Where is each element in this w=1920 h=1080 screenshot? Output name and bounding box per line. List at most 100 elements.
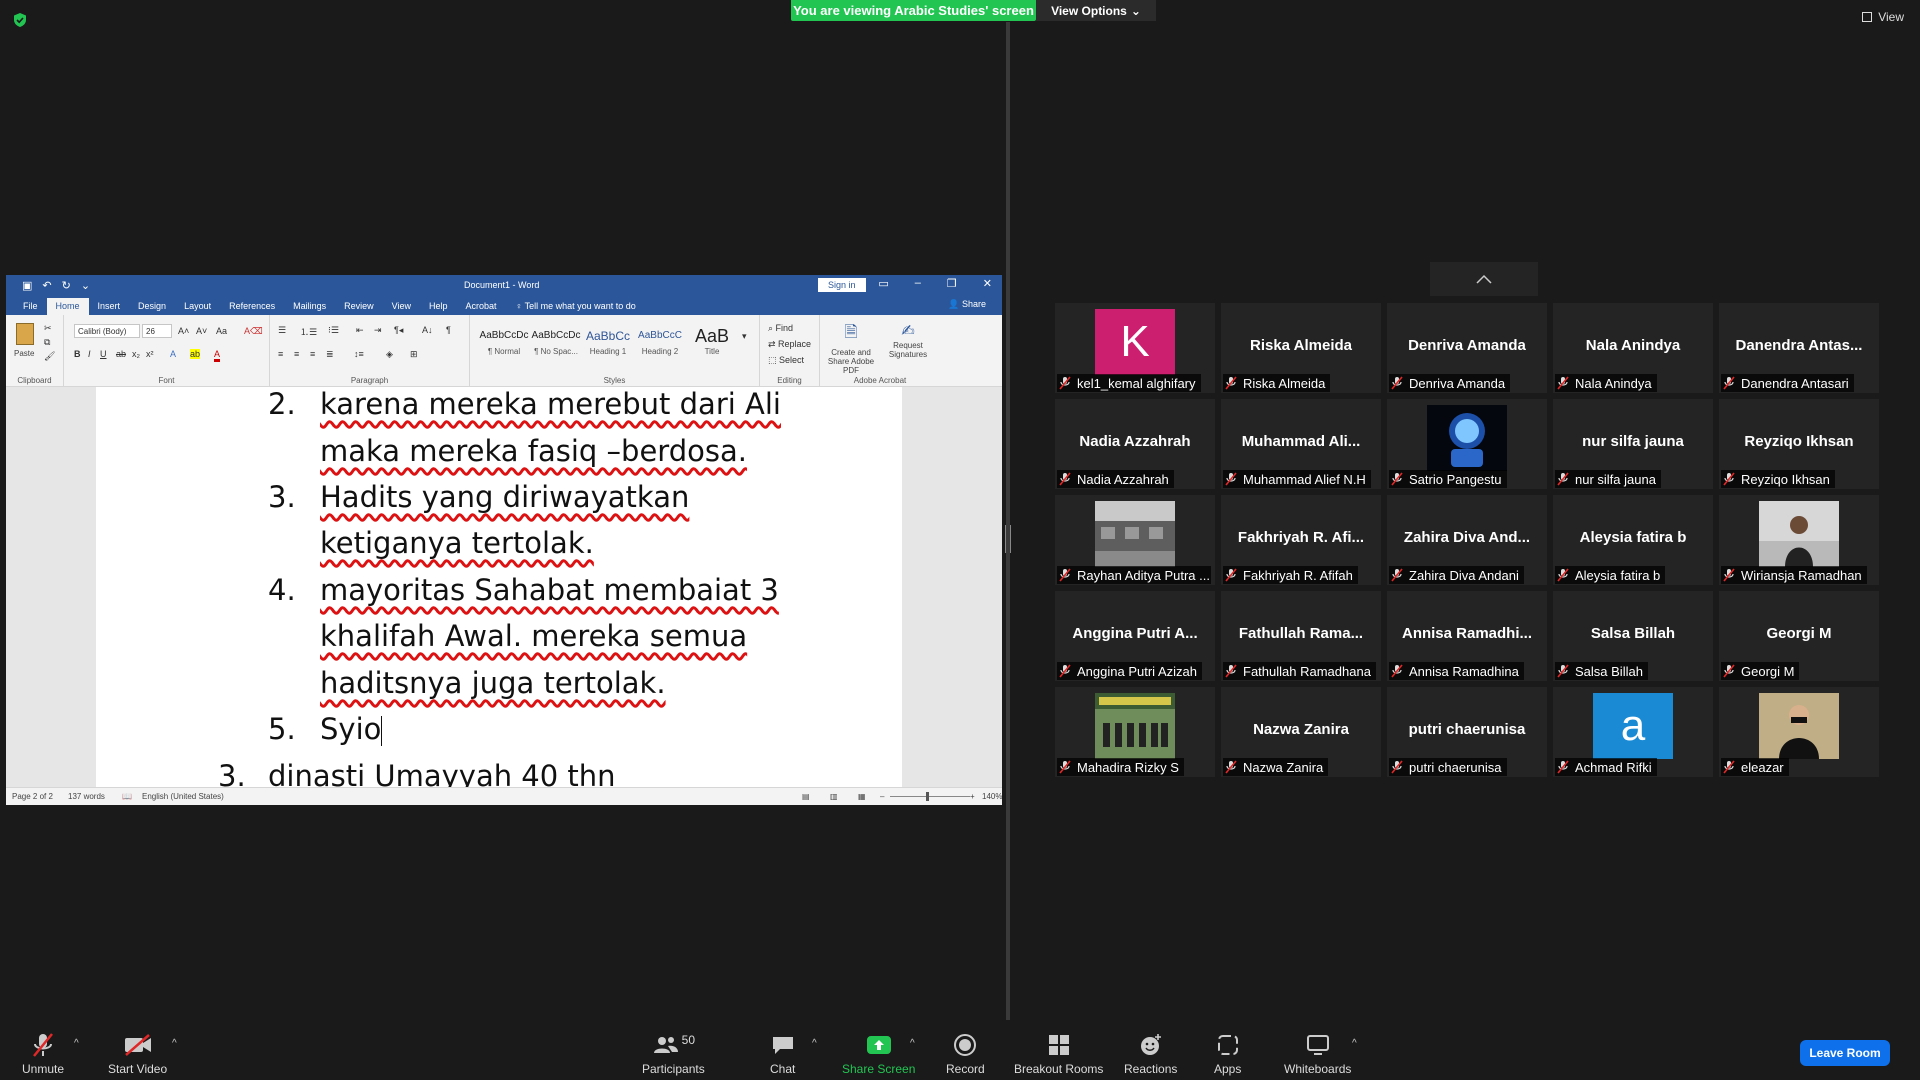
- tab-help[interactable]: Help: [420, 298, 457, 315]
- customize-qat-icon[interactable]: ⌄: [81, 279, 90, 292]
- participant-tile[interactable]: Kkel1_kemal alghifary: [1055, 303, 1215, 393]
- participant-tile[interactable]: Muhammad Ali... Muhammad Alief N.H: [1221, 399, 1381, 489]
- view-button[interactable]: View: [1862, 10, 1904, 24]
- styles-more-icon[interactable]: ▾: [742, 331, 747, 342]
- view-options-button[interactable]: View Options ⌄: [1036, 0, 1156, 21]
- style-normal[interactable]: AaBbCcDc ¶ Normal: [478, 325, 530, 356]
- restore-icon[interactable]: ❐: [947, 277, 957, 290]
- close-icon[interactable]: ✕: [983, 277, 992, 290]
- leave-room-button[interactable]: Leave Room: [1800, 1040, 1890, 1066]
- tab-references[interactable]: References: [220, 298, 284, 315]
- tell-me-search[interactable]: ♀ Tell me what you want to do: [506, 298, 646, 315]
- highlight-icon[interactable]: ab: [190, 349, 201, 359]
- subscript-icon[interactable]: x₂: [132, 349, 140, 359]
- copy-icon[interactable]: ⧉: [44, 337, 50, 348]
- bold-icon[interactable]: B: [74, 349, 81, 359]
- participant-tile[interactable]: Georgi M Georgi M: [1719, 591, 1879, 681]
- create-pdf-button[interactable]: 🗎 Create and Share Adobe PDF: [826, 321, 876, 375]
- grow-font-icon[interactable]: A˄: [178, 326, 189, 336]
- tab-file[interactable]: File: [14, 298, 47, 315]
- proofing-icon[interactable]: 📖: [122, 792, 132, 801]
- sign-in-button[interactable]: Sign in: [818, 278, 866, 292]
- gallery-previous-page-button[interactable]: [1430, 262, 1538, 296]
- align-center-icon[interactable]: ≡: [294, 349, 299, 359]
- tab-insert[interactable]: Insert: [89, 298, 130, 315]
- chat-button[interactable]: Chat: [770, 1032, 795, 1076]
- participants-button[interactable]: 50 Participants: [642, 1032, 705, 1076]
- paste-icon[interactable]: [16, 323, 34, 345]
- font-size-select[interactable]: 26: [142, 324, 172, 338]
- participant-tile[interactable]: putri chaerunisa putri chaerunisa: [1387, 687, 1547, 777]
- justify-icon[interactable]: ≣: [326, 349, 334, 360]
- participant-tile[interactable]: Fakhriyah R. Afi... Fakhriyah R. Afifah: [1221, 495, 1381, 585]
- shading-icon[interactable]: ◈: [386, 349, 393, 360]
- participant-tile[interactable]: Nadia Azzahrah Nadia Azzahrah: [1055, 399, 1215, 489]
- tab-design[interactable]: Design: [129, 298, 175, 315]
- participant-tile[interactable]: Nazwa Zanira Nazwa Zanira: [1221, 687, 1381, 777]
- participant-tile[interactable]: Danendra Antas... Danendra Antasari: [1719, 303, 1879, 393]
- video-options-caret-icon[interactable]: ^: [172, 1038, 177, 1049]
- audio-options-caret-icon[interactable]: ^: [74, 1038, 79, 1049]
- unmute-button[interactable]: Unmute: [22, 1032, 64, 1076]
- divider-drag-handle[interactable]: [1005, 525, 1011, 553]
- whiteboard-options-caret-icon[interactable]: ^: [1352, 1038, 1357, 1049]
- rtl-icon[interactable]: ¶◂: [394, 325, 403, 336]
- font-color-icon[interactable]: A: [214, 349, 221, 362]
- request-signatures-button[interactable]: ✍ Request Signatures: [882, 321, 934, 359]
- select-button[interactable]: ⬚ Select: [768, 355, 804, 366]
- minimize-icon[interactable]: –: [915, 277, 921, 290]
- participant-tile[interactable]: Nala Anindya Nala Anindya: [1553, 303, 1713, 393]
- ribbon-display-icon[interactable]: ▭: [878, 277, 888, 290]
- start-video-button[interactable]: Start Video: [108, 1032, 167, 1076]
- borders-icon[interactable]: ⊞: [410, 349, 418, 360]
- sort-icon[interactable]: A↓: [422, 325, 433, 335]
- zoom-in-icon[interactable]: +: [970, 792, 975, 801]
- zoom-slider-thumb[interactable]: [926, 792, 929, 801]
- superscript-icon[interactable]: x²: [146, 349, 154, 359]
- record-button[interactable]: Record: [946, 1032, 985, 1076]
- italic-icon[interactable]: I: [88, 349, 91, 359]
- zoom-slider[interactable]: [890, 796, 970, 797]
- participant-tile[interactable]: Annisa Ramadhi... Annisa Ramadhina: [1387, 591, 1547, 681]
- tab-view[interactable]: View: [383, 298, 420, 315]
- participant-tile[interactable]: Wiriansja Ramadhan: [1719, 495, 1879, 585]
- text-effects-icon[interactable]: A: [170, 349, 176, 359]
- replace-button[interactable]: ⇄ Replace: [768, 339, 811, 350]
- whiteboards-button[interactable]: Whiteboards: [1284, 1032, 1351, 1076]
- change-case-icon[interactable]: Aa: [216, 326, 227, 336]
- participant-tile[interactable]: Aleysia fatira b Aleysia fatira b: [1553, 495, 1713, 585]
- tab-review[interactable]: Review: [335, 298, 383, 315]
- decrease-indent-icon[interactable]: ⇤: [356, 325, 364, 336]
- style-heading-2[interactable]: AaBbCcC Heading 2: [634, 325, 686, 356]
- participant-tile[interactable]: Riska Almeida Riska Almeida: [1221, 303, 1381, 393]
- print-layout-icon[interactable]: ▥: [830, 792, 838, 801]
- numbering-icon[interactable]: ⒈☰: [300, 325, 317, 338]
- tab-acrobat[interactable]: Acrobat: [457, 298, 506, 315]
- style-no-spacing[interactable]: AaBbCcDc ¶ No Spac...: [530, 325, 582, 356]
- participant-tile[interactable]: eleazar: [1719, 687, 1879, 777]
- share-options-caret-icon[interactable]: ^: [910, 1038, 915, 1049]
- tab-home[interactable]: Home: [46, 298, 89, 315]
- undo-icon[interactable]: ↶: [42, 279, 51, 292]
- share-screen-button[interactable]: Share Screen: [842, 1032, 915, 1076]
- increase-indent-icon[interactable]: ⇥: [374, 325, 382, 336]
- breakout-rooms-button[interactable]: Breakout Rooms: [1014, 1032, 1103, 1076]
- participant-tile[interactable]: Reyziqo Ikhsan Reyziqo Ikhsan: [1719, 399, 1879, 489]
- show-marks-icon[interactable]: ¶: [446, 325, 451, 335]
- strikethrough-icon[interactable]: ab: [116, 349, 126, 359]
- participant-tile[interactable]: Anggina Putri A... Anggina Putri Azizah: [1055, 591, 1215, 681]
- participant-tile[interactable]: Zahira Diva And... Zahira Diva Andani: [1387, 495, 1547, 585]
- zoom-out-icon[interactable]: –: [880, 792, 884, 801]
- align-right-icon[interactable]: ≡: [310, 349, 315, 359]
- participant-tile[interactable]: nur silfa jauna nur silfa jauna: [1553, 399, 1713, 489]
- web-layout-icon[interactable]: ▦: [858, 792, 866, 801]
- participant-tile[interactable]: Fathullah Rama... Fathullah Ramadhana: [1221, 591, 1381, 681]
- participant-tile[interactable]: Mahadira Rizky S: [1055, 687, 1215, 777]
- save-icon[interactable]: ▣: [22, 279, 32, 292]
- style-heading-1[interactable]: AaBbCc Heading 1: [582, 325, 634, 356]
- share-button[interactable]: 👤 Share: [948, 299, 986, 310]
- participant-tile[interactable]: Denriva Amanda Denriva Amanda: [1387, 303, 1547, 393]
- format-painter-icon[interactable]: 🖌: [44, 351, 55, 362]
- language-indicator[interactable]: English (United States): [142, 792, 224, 801]
- reactions-button[interactable]: Reactions: [1124, 1032, 1177, 1076]
